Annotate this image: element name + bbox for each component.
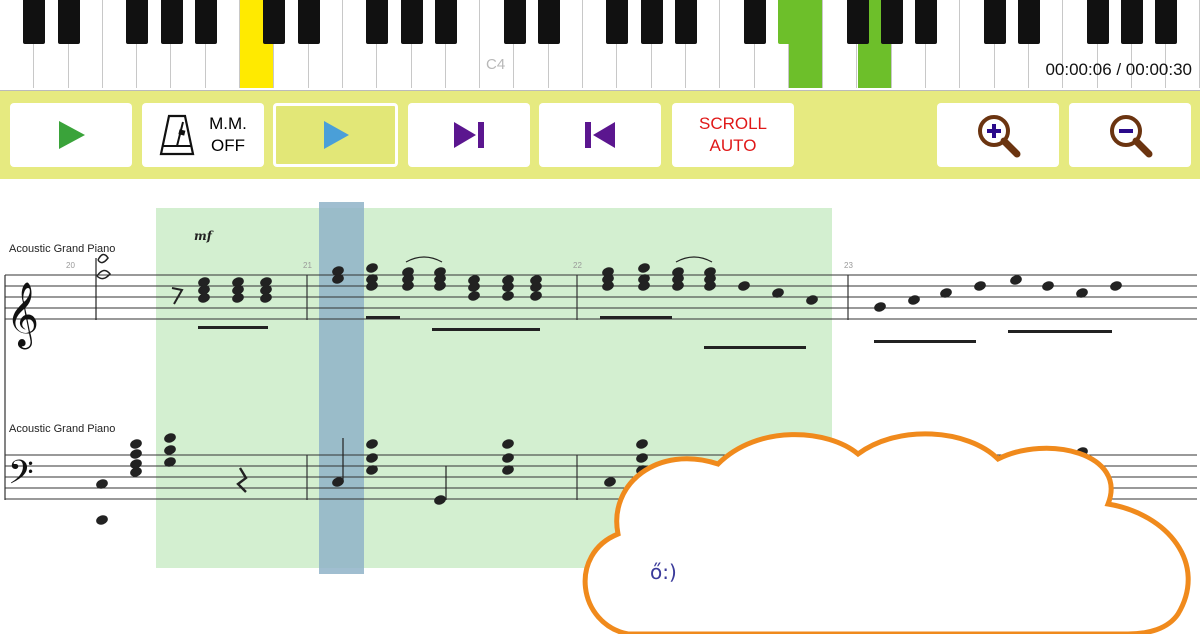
note-head	[974, 281, 986, 291]
black-key[interactable]	[915, 0, 938, 44]
beam	[198, 326, 268, 329]
beam	[366, 316, 400, 319]
black-key[interactable]	[537, 0, 560, 44]
black-key[interactable]	[263, 0, 286, 44]
black-key[interactable]	[675, 0, 697, 44]
play-icon	[59, 121, 85, 149]
metronome-label-line1: M.M.	[209, 114, 247, 133]
note-head	[908, 295, 920, 305]
metronome-label: M.M. OFF	[209, 113, 247, 157]
toolbar: M.M. OFF SCROLL AUTO	[0, 91, 1200, 179]
black-key[interactable]	[743, 0, 766, 44]
key-label-c4: C4	[486, 56, 506, 73]
black-key[interactable]	[983, 0, 1006, 44]
half-note	[97, 253, 109, 264]
black-key[interactable]	[503, 0, 526, 44]
piano-keyboard[interactable]: C4 00:00:06 / 00:00:30	[0, 0, 1200, 91]
playback-cursor[interactable]	[319, 202, 364, 574]
skip-forward-button[interactable]	[408, 103, 530, 167]
black-key[interactable]	[57, 0, 80, 44]
staff-label-bass: Acoustic Grand Piano	[9, 423, 116, 435]
zoom-in-icon	[978, 115, 1021, 158]
beam	[1008, 330, 1112, 333]
cloud-bubble: ő:)	[582, 431, 1191, 634]
metronome-icon	[159, 114, 195, 156]
measure-number: 20	[66, 261, 75, 270]
play-icon	[323, 121, 349, 149]
skip-back-button[interactable]	[539, 103, 661, 167]
play-button[interactable]	[10, 103, 132, 167]
skip-forward-icon	[454, 122, 484, 148]
scribble-text: ő:)	[650, 560, 677, 584]
zoom-in-button[interactable]	[937, 103, 1059, 167]
black-key[interactable]	[23, 0, 46, 44]
black-key[interactable]	[1018, 0, 1040, 44]
beam	[874, 340, 976, 343]
measure-number: 23	[844, 261, 853, 270]
black-key[interactable]	[366, 0, 389, 44]
black-key[interactable]	[434, 0, 457, 44]
black-key[interactable]	[640, 0, 663, 44]
black-key[interactable]	[126, 0, 149, 44]
black-key[interactable]	[1120, 0, 1143, 44]
measure-number: 21	[303, 261, 312, 270]
note-head	[1110, 281, 1122, 291]
beam	[704, 346, 806, 349]
black-key[interactable]	[160, 0, 183, 44]
black-key[interactable]	[846, 0, 869, 44]
note-head	[1042, 281, 1054, 291]
metronome-label-line2: OFF	[211, 136, 245, 155]
bass-clef-icon: 𝄢	[8, 454, 34, 500]
play-selection-button[interactable]	[273, 103, 398, 167]
beam	[600, 316, 672, 319]
measure-number: 22	[573, 261, 582, 270]
time-display: 00:00:06 / 00:00:30	[1045, 60, 1192, 79]
black-key[interactable]	[194, 0, 217, 44]
scroll-label-line1: SCROLL	[698, 114, 768, 133]
black-key[interactable]	[606, 0, 629, 44]
black-key[interactable]	[777, 0, 800, 44]
note-head	[1010, 275, 1022, 285]
black-key[interactable]	[400, 0, 423, 44]
treble-clef-icon: 𝄞	[6, 282, 39, 349]
note-head	[874, 302, 886, 312]
skip-back-icon	[585, 122, 615, 148]
black-key[interactable]	[1086, 0, 1109, 44]
note-head	[96, 515, 108, 525]
scroll-label: SCROLL AUTO	[699, 113, 767, 157]
note-head	[130, 439, 142, 449]
note-head	[130, 449, 142, 459]
scroll-mode-button[interactable]: SCROLL AUTO	[672, 103, 794, 167]
scroll-label-line2: AUTO	[709, 136, 757, 155]
dynamic-marking: mf	[194, 229, 214, 243]
staff-label-treble: Acoustic Grand Piano	[9, 243, 116, 255]
black-key[interactable]	[297, 0, 320, 44]
black-key[interactable]	[880, 0, 903, 44]
note-head	[130, 467, 142, 477]
black-key[interactable]	[1155, 0, 1178, 44]
metronome-button[interactable]: M.M. OFF	[142, 103, 264, 167]
zoom-out-button[interactable]	[1069, 103, 1191, 167]
beam	[432, 328, 540, 331]
zoom-out-icon	[1110, 115, 1153, 158]
